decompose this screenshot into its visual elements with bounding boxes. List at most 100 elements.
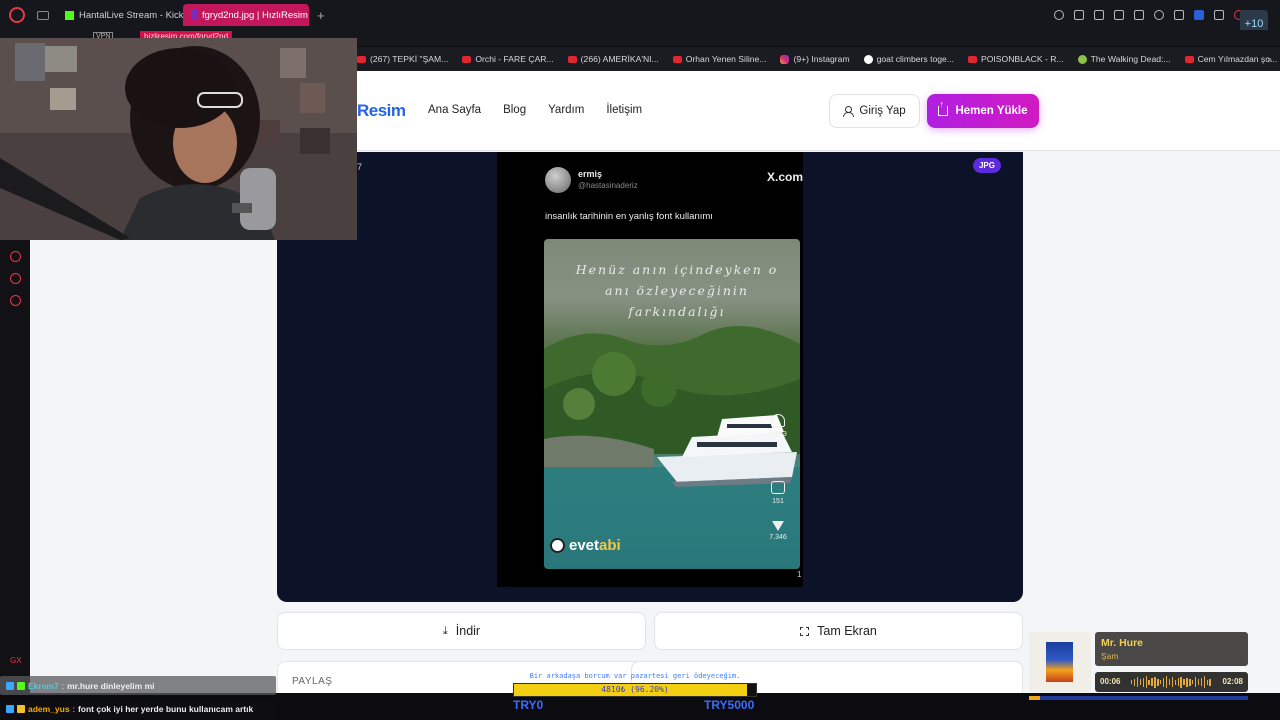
badge-icon (6, 681, 14, 690)
bookmark-item[interactable]: (9+) Instagram (780, 54, 850, 64)
bookmark-label: POISONBLACK - R... (981, 54, 1064, 64)
bookmark-item[interactable]: POISONBLACK - R... (968, 54, 1064, 64)
evetabi-watermark: evetabi (550, 537, 621, 554)
waveform-bar (1203, 676, 1206, 688)
play-icon[interactable] (1134, 10, 1144, 20)
upload-button[interactable]: Hemen Yükle (927, 94, 1039, 128)
nav-home[interactable]: Ana Sayfa (428, 104, 481, 116)
zoom-icon[interactable] (1054, 10, 1064, 20)
waveform-bar (1165, 676, 1168, 688)
song-artist: Şam (1101, 651, 1119, 661)
download-label: İndir (455, 624, 481, 638)
y-extension-icon[interactable] (1194, 10, 1204, 20)
album-art (1046, 642, 1073, 682)
download-icon[interactable] (1214, 10, 1224, 20)
fullscreen-button[interactable]: Tam Ekran (654, 612, 1023, 650)
user-icon (843, 106, 855, 117)
youtube-icon (672, 55, 682, 63)
song-progress-bar (1029, 696, 1248, 700)
tab-hizliresim[interactable]: fgryd2nd.jpg | HızlıResim (183, 4, 309, 26)
pin-icon[interactable] (1074, 10, 1084, 20)
waveform-bar (1189, 678, 1191, 686)
bookmark-item[interactable]: Cem Yılmazdan şo... (1184, 54, 1278, 64)
bookmark-item[interactable]: Orhan Yenen Siline... (672, 54, 766, 64)
google-icon (863, 54, 873, 64)
download-button[interactable]: ⤓ İndir (277, 612, 646, 650)
bookmark-item[interactable]: Orchi - FARE ÇAR... (462, 54, 554, 64)
bookmark-item[interactable]: goat climbers toge... (863, 54, 954, 64)
watermark-text-b: abi (599, 537, 621, 554)
site-logo[interactable]: Resim (357, 101, 406, 121)
webcam-feed (0, 38, 357, 240)
stream-chat: Ekrem7: mr.hure dinleyelim mi adem_yus: … (0, 676, 276, 718)
album-cover (1029, 632, 1091, 692)
shield-icon[interactable] (1114, 10, 1124, 20)
nav-blog[interactable]: Blog (503, 104, 526, 116)
waveform-bar (1197, 679, 1200, 685)
comment-icon (771, 454, 785, 467)
waveform-bar (1183, 679, 1185, 685)
bookmark-item[interactable]: The Walking Dead:... (1077, 54, 1171, 64)
waveform-bar (1131, 680, 1133, 684)
waveform-bar (1157, 678, 1159, 686)
tab-bar: HantalLive Stream - Kick D fgryd2nd.jpg … (0, 0, 1280, 38)
main-nav: Ana Sayfa Blog Yardım İletişim (428, 104, 642, 116)
waveform-bar (1154, 676, 1156, 688)
history-icon[interactable] (10, 251, 21, 262)
waveform-bar (1209, 678, 1211, 686)
tab-islands-icon[interactable] (37, 10, 49, 20)
tab-kick-stream[interactable]: HantalLive Stream - Kick D (57, 4, 183, 26)
song-info: Mr. Hure Şam (1095, 632, 1248, 666)
waveform-bar (1186, 677, 1188, 687)
nav-help[interactable]: Yardım (548, 104, 584, 116)
opera-logo-icon[interactable] (9, 7, 25, 23)
image-viewer[interactable]: 7 JPG ermiş @hastasinaderiz X.com insanl… (277, 152, 1023, 602)
new-tab-button[interactable]: + (317, 8, 325, 23)
messenger-icon[interactable] (10, 273, 21, 284)
waveform-icon (1131, 676, 1211, 688)
waveform-bar (1151, 678, 1153, 686)
chat-message: adem_yus: font çok iyi her yerde bunu ku… (0, 699, 276, 718)
screenshot-icon[interactable] (1094, 10, 1104, 20)
bookmark-item[interactable]: (266) AMERİKA'NI... (567, 54, 659, 64)
frame-number: 7 (357, 162, 363, 172)
chat-user: Ekrem7 (28, 680, 59, 691)
login-button[interactable]: Giriş Yap (829, 94, 920, 128)
song-title: Mr. Hure (1101, 637, 1144, 649)
repost-count: 151 (772, 498, 784, 505)
tab-label: HantalLive Stream - Kick D (79, 9, 183, 21)
instagram-icon[interactable] (10, 295, 21, 306)
donation-value: 4810₺ (96.20%) (601, 685, 669, 694)
youtube-icon (968, 55, 977, 63)
waveform-bar (1142, 677, 1145, 687)
nav-contact[interactable]: İletişim (606, 104, 642, 116)
repost-icon (771, 481, 785, 494)
waveform-bar (1136, 677, 1139, 687)
waveform-bar (1160, 680, 1162, 684)
song-total: 02:08 (1222, 677, 1243, 686)
youtube-icon (357, 55, 366, 63)
waveform-bar (1171, 677, 1174, 687)
donation-goal-amount: TRY5000 (704, 698, 755, 712)
donation-progress-bar: 4810₺ (96.20%) (513, 683, 757, 697)
bookmark-label: Cem Yılmazdan şo... (1197, 54, 1278, 64)
tweet-screenshot: ermiş @hastasinaderiz X.com insanlık tar… (497, 152, 803, 587)
post-author: ermiş (578, 169, 603, 179)
waveform-bar (1162, 677, 1165, 687)
post-actions: 6.973 151 7.346 (765, 414, 791, 557)
bookmark-item[interactable]: (267) TEPKİ "ŞAM... (357, 54, 448, 64)
youtube-icon (1184, 55, 1194, 63)
heart-icon[interactable] (1154, 10, 1164, 20)
like-count: 6.973 (769, 431, 787, 438)
waveform-bar (1174, 679, 1176, 685)
format-badge: JPG (972, 158, 1001, 173)
x-logo: X.com (766, 170, 803, 184)
watermark-text-a: evet (569, 537, 600, 554)
youtube-icon (462, 55, 472, 63)
walkingdead-icon (1077, 54, 1087, 64)
extensions-icon[interactable] (1174, 10, 1184, 20)
photo-caption: Henüz anın içindeyken o anı özleyeceğini… (575, 262, 779, 319)
chat-user: adem_yus (28, 703, 70, 714)
chevron-right-icon[interactable]: » (1267, 54, 1272, 64)
chat-text: font çok iyi her yerde bunu kullanıcam a… (77, 703, 254, 714)
